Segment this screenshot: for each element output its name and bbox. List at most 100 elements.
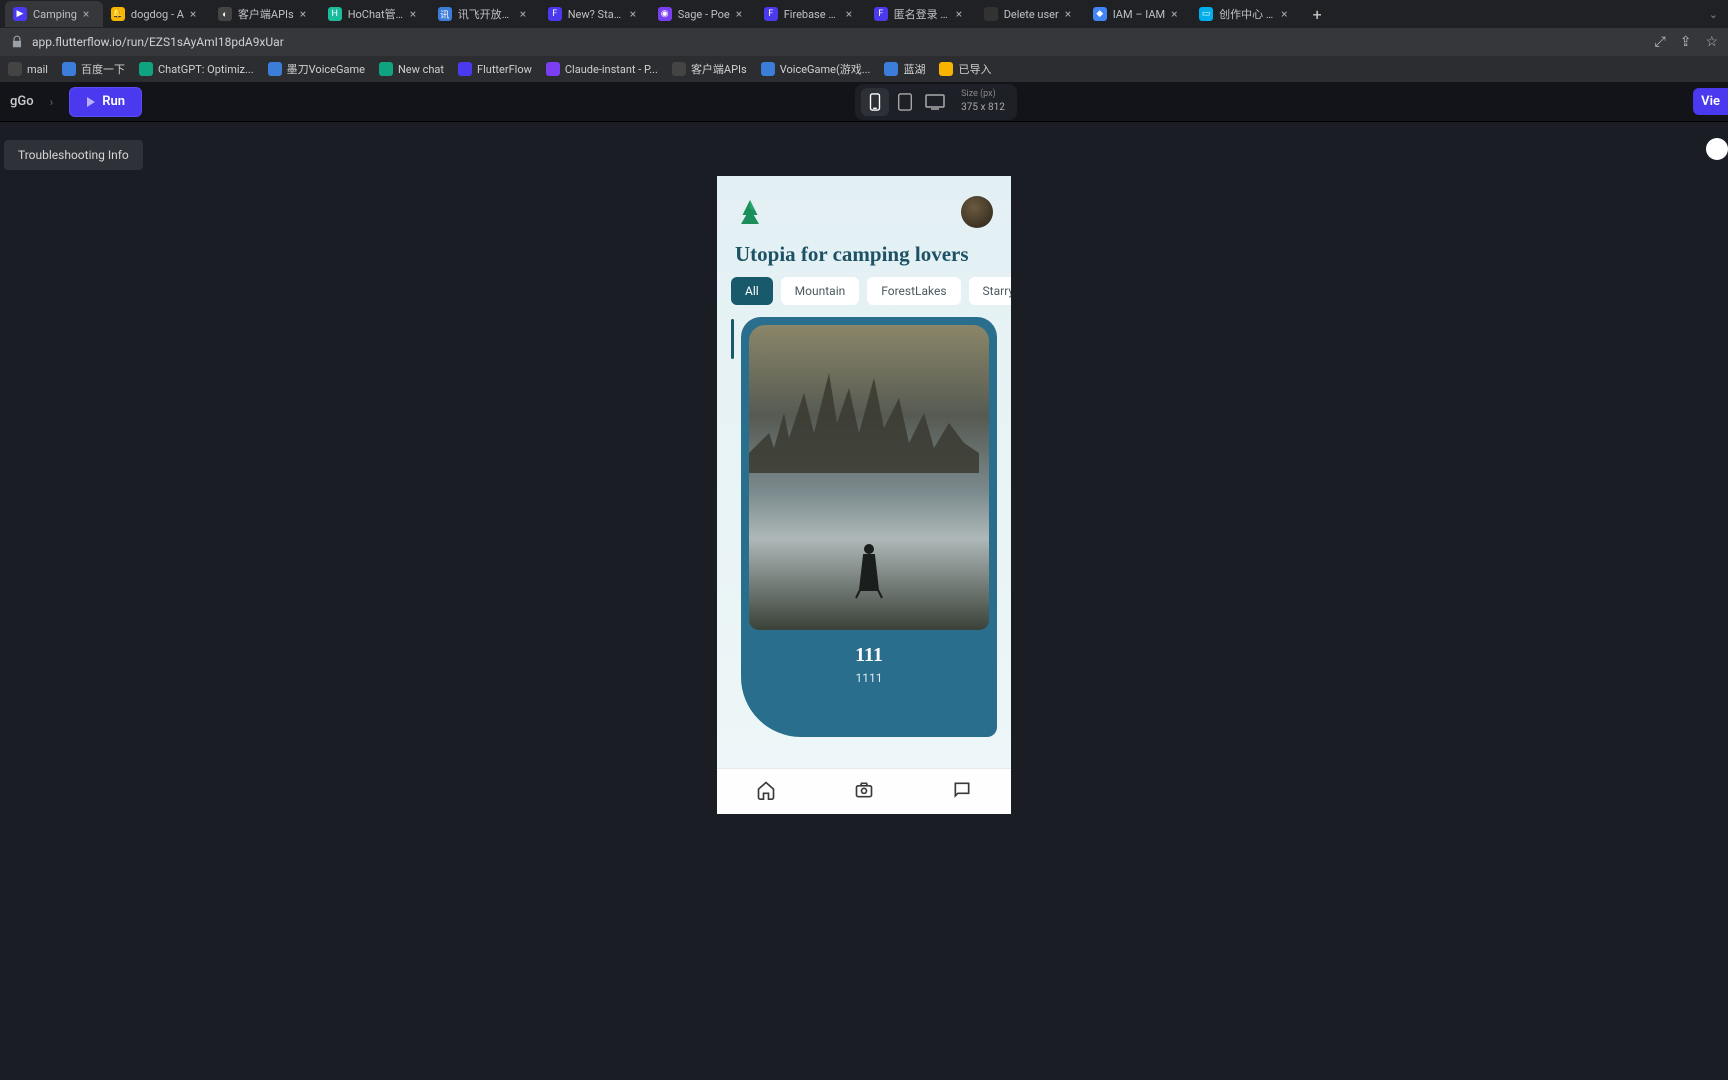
- app-logo-icon: [735, 197, 765, 227]
- tab-favicon: [984, 7, 998, 21]
- share-icon[interactable]: ⇪: [1680, 34, 1692, 50]
- category-chip[interactable]: Starry: [969, 277, 1011, 305]
- tab-close-icon[interactable]: ×: [300, 8, 312, 20]
- browser-tab[interactable]: 🔔dogdog - A×: [103, 1, 210, 27]
- bookmark-label: 墨刀VoiceGame: [287, 61, 365, 77]
- size-value: 375 x 812: [961, 101, 1005, 114]
- browser-tab[interactable]: F New? Start I ×: [540, 1, 650, 27]
- user-avatar[interactable]: [961, 196, 993, 228]
- category-chip[interactable]: All: [731, 277, 773, 305]
- bookmark-favicon: [139, 62, 153, 76]
- phone-device-button[interactable]: [861, 88, 889, 116]
- bookmark-label: mail: [27, 63, 48, 76]
- tab-title: Delete user: [1004, 8, 1059, 21]
- browser-tab[interactable]: H HoChat管理 ×: [320, 1, 430, 27]
- tab-title: New? Start I: [568, 8, 624, 21]
- tab-favicon: ◆: [1093, 7, 1107, 21]
- bookmark-favicon: [8, 62, 22, 76]
- new-tab-button[interactable]: +: [1307, 4, 1327, 24]
- bookmark-label: 百度一下: [81, 61, 125, 77]
- tab-favicon: ▶: [13, 7, 27, 21]
- bookmark-item[interactable]: ChatGPT: Optimiz...: [139, 62, 254, 76]
- bookmark-label: 客户端APIs: [691, 61, 747, 77]
- tab-close-icon[interactable]: ×: [190, 8, 202, 20]
- browser-tab[interactable]: ▭ 创作中心 - 投 ×: [1191, 1, 1301, 27]
- open-external-icon[interactable]: ⤢: [1655, 34, 1666, 50]
- bookmark-label: New chat: [398, 63, 444, 76]
- bookmark-item[interactable]: FlutterFlow: [458, 62, 532, 76]
- desktop-device-button[interactable]: [921, 88, 949, 116]
- nav-home-button[interactable]: [756, 780, 776, 804]
- bookmark-item[interactable]: 百度一下: [62, 61, 125, 77]
- card-carousel: 111 1111: [717, 317, 1011, 768]
- tab-close-icon[interactable]: ×: [1171, 8, 1183, 20]
- tab-favicon: ▭: [1199, 7, 1213, 21]
- address-bar: app.flutterflow.io/run/EZS1sAyAmI18pdA9x…: [0, 28, 1728, 56]
- card-subtitle: 1111: [749, 671, 989, 685]
- browser-tab[interactable]: ◐ 客户端APIs ×: [210, 1, 320, 27]
- bookmark-item[interactable]: New chat: [379, 62, 444, 76]
- browser-tab[interactable]: 讯讯飞开放平台×: [430, 1, 540, 27]
- tab-close-icon[interactable]: ×: [1065, 8, 1077, 20]
- tab-title: 创作中心 - 投: [1219, 6, 1275, 22]
- run-button[interactable]: Run: [69, 87, 142, 117]
- browser-tab[interactable]: ◉ Sage - Poe ×: [650, 1, 756, 27]
- tab-favicon: ◉: [658, 7, 672, 21]
- url-text[interactable]: app.flutterflow.io/run/EZS1sAyAmI18pdA9x…: [32, 35, 1647, 49]
- bookmark-label: FlutterFlow: [477, 63, 532, 76]
- bookmark-favicon: [672, 62, 686, 76]
- tab-close-icon[interactable]: ×: [956, 8, 968, 20]
- tab-title: HoChat管理: [348, 6, 404, 22]
- tab-favicon: 讯: [438, 7, 452, 21]
- bookmark-label: VoiceGame(游戏...: [780, 61, 871, 77]
- nav-chat-button[interactable]: [952, 780, 972, 804]
- bookmark-item[interactable]: VoiceGame(游戏...: [761, 61, 871, 77]
- tab-favicon: H: [328, 7, 342, 21]
- tab-title: IAM – IAM: [1113, 8, 1165, 21]
- bookmark-item[interactable]: mail: [8, 62, 48, 76]
- tab-close-icon[interactable]: ×: [83, 8, 95, 20]
- browser-tab[interactable]: FFirebase Set×: [756, 1, 866, 27]
- browser-tab[interactable]: Delete user ×: [976, 1, 1085, 27]
- tablet-device-button[interactable]: [891, 88, 919, 116]
- tab-title: Sage - Poe: [678, 8, 730, 21]
- tab-close-icon[interactable]: ×: [520, 8, 532, 20]
- bookmark-item[interactable]: Claude-instant - P...: [546, 62, 658, 76]
- bookmark-item[interactable]: 墨刀VoiceGame: [268, 61, 365, 77]
- destination-card[interactable]: 111 1111: [741, 317, 997, 737]
- browser-tab[interactable]: F匿名登录 - FI×: [866, 1, 976, 27]
- browser-tab[interactable]: ▶Camping×: [5, 1, 103, 27]
- tab-close-icon[interactable]: ×: [410, 8, 422, 20]
- theme-toggle[interactable]: [1706, 138, 1728, 160]
- bookmark-favicon: [62, 62, 76, 76]
- category-chips: All MountainForestLakes Starry: [717, 277, 1011, 317]
- tab-close-icon[interactable]: ×: [736, 8, 748, 20]
- troubleshooting-button[interactable]: Troubleshooting Info: [4, 140, 143, 170]
- tab-close-icon[interactable]: ×: [846, 8, 858, 20]
- play-icon: [86, 97, 96, 107]
- browser-tab[interactable]: ◆ IAM – IAM ×: [1085, 1, 1191, 27]
- nav-camera-button[interactable]: [854, 780, 874, 804]
- tab-favicon: F: [764, 7, 778, 21]
- view-button[interactable]: Vie: [1693, 88, 1728, 115]
- size-label: Size (px): [961, 89, 1005, 101]
- tab-favicon: F: [548, 7, 562, 21]
- card-image: [749, 325, 989, 630]
- device-selector: Size (px) 375 x 812: [855, 84, 1017, 120]
- tab-close-icon[interactable]: ×: [630, 8, 642, 20]
- tab-close-icon[interactable]: ×: [1281, 8, 1293, 20]
- tab-title: 客户端APIs: [238, 6, 294, 22]
- page-title: Utopia for camping lovers: [717, 238, 1011, 277]
- star-icon[interactable]: ☆: [1705, 34, 1718, 50]
- tab-favicon: ◐: [218, 7, 232, 21]
- project-name[interactable]: gGo: [10, 94, 34, 109]
- bookmark-item[interactable]: 客户端APIs: [672, 61, 747, 77]
- bookmark-item[interactable]: 已导入: [939, 61, 991, 77]
- bookmark-item[interactable]: 蓝湖: [884, 61, 925, 77]
- bookmark-favicon: [884, 62, 898, 76]
- bookmark-favicon: [761, 62, 775, 76]
- tabs-overflow-icon[interactable]: ⌄: [1709, 8, 1718, 21]
- category-chip[interactable]: ForestLakes: [867, 277, 960, 305]
- bookmark-label: ChatGPT: Optimiz...: [158, 63, 254, 76]
- category-chip[interactable]: Mountain: [781, 277, 860, 305]
